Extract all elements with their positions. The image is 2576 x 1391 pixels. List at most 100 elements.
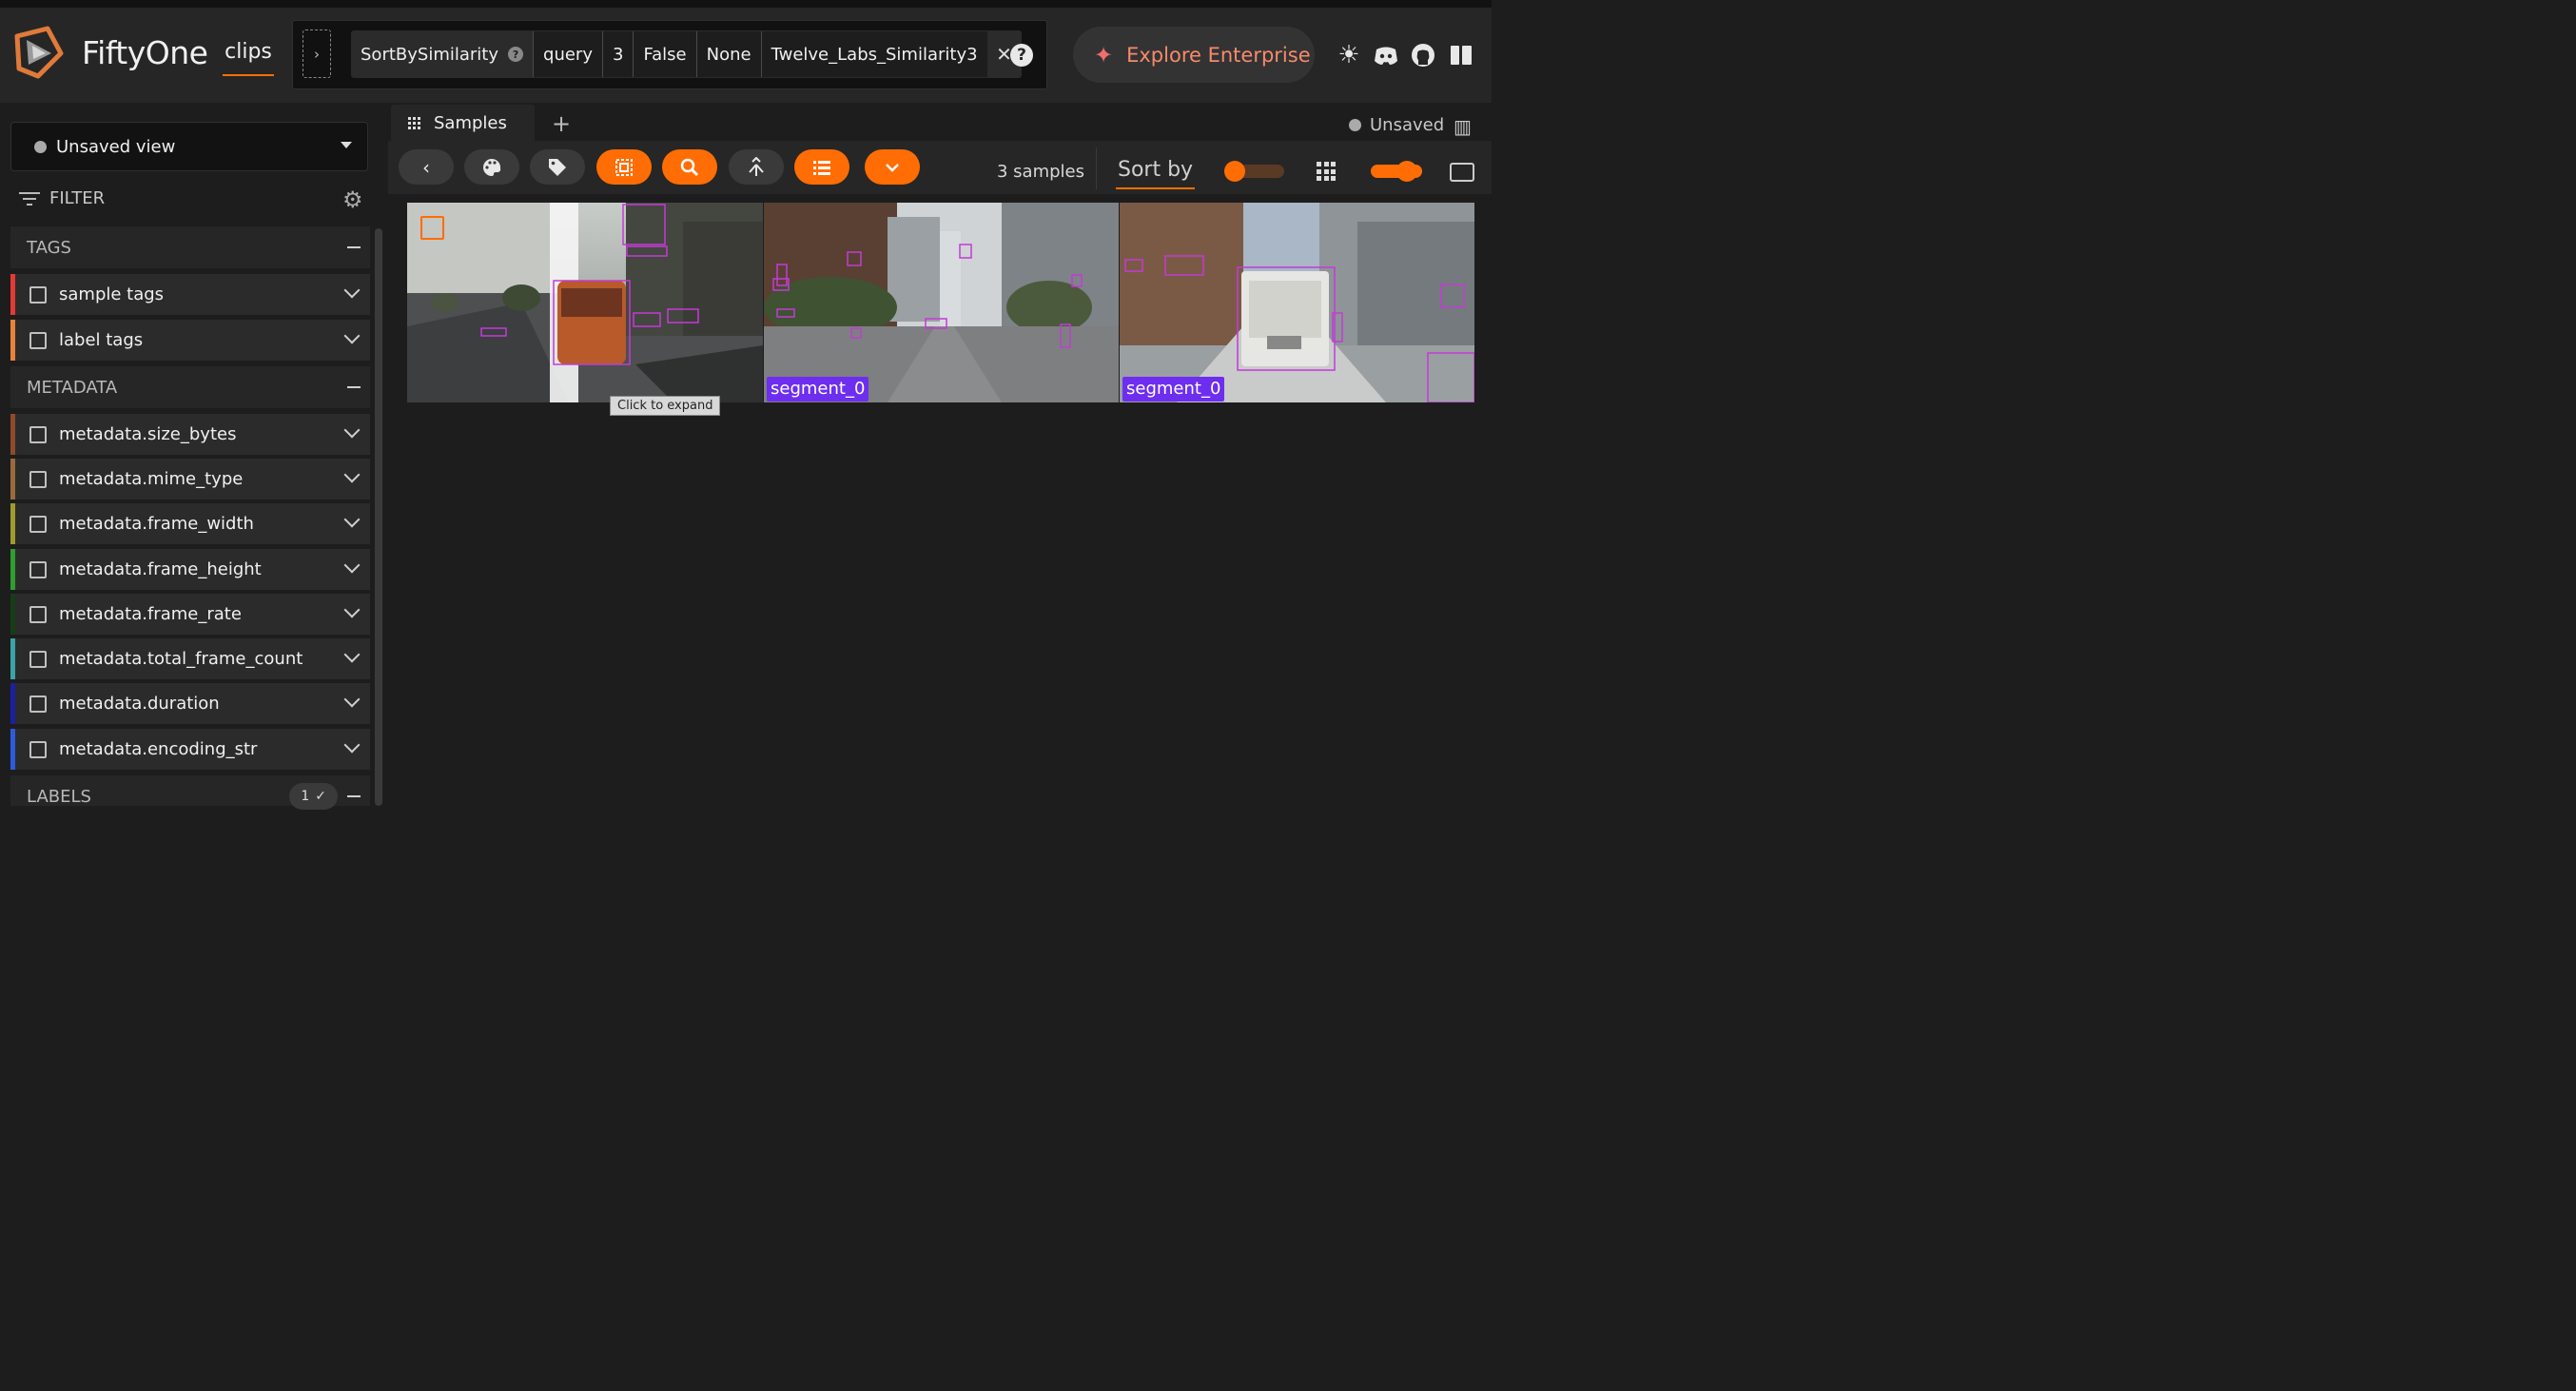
stage-name[interactable]: SortBySimilarity ?	[351, 45, 533, 65]
field-checkbox[interactable]	[29, 285, 47, 304]
chevron-down-icon[interactable]	[343, 421, 361, 439]
labels-count-badge[interactable]: 1 ✓	[289, 783, 338, 810]
stage-param[interactable]: None	[695, 31, 761, 77]
docs-icon[interactable]	[1448, 42, 1474, 69]
chevron-down-icon[interactable]	[343, 282, 361, 299]
filter-header: FILTER	[19, 188, 105, 208]
fiftyone-logo-icon[interactable]	[10, 25, 65, 80]
segment-label: segment_0	[767, 377, 869, 402]
field-label: metadata.frame_height	[59, 559, 262, 579]
more-options-button[interactable]	[865, 149, 920, 185]
workspace-status[interactable]: Unsaved	[1349, 115, 1444, 135]
sample-tile[interactable]: segment_0	[1120, 203, 1474, 402]
collapse-icon[interactable]	[347, 386, 361, 388]
view-bar-expand-button[interactable]: ›	[302, 29, 331, 78]
chevron-down-icon[interactable]	[343, 646, 361, 663]
patches-icon	[615, 158, 633, 176]
group-header-labels[interactable]: LABELS 1 ✓	[10, 775, 370, 810]
app-title[interactable]: FiftyOne	[82, 34, 208, 71]
tab-label: Samples	[434, 112, 507, 133]
stage-param[interactable]: False	[633, 31, 696, 77]
tooltip: Click to expand	[610, 396, 721, 416]
stage-param[interactable]: query	[533, 31, 602, 77]
dataset-tab[interactable]: clips	[223, 40, 274, 76]
field-metadata-frame-width[interactable]: metadata.frame_width	[10, 503, 370, 544]
status-dot-icon	[1349, 119, 1361, 131]
add-panel-icon[interactable]: +	[552, 110, 571, 137]
similarity-search-button[interactable]	[662, 149, 717, 185]
tag-icon	[549, 158, 566, 176]
sample-tile[interactable]: segment_0	[764, 203, 1119, 402]
view-select-label: Unsaved view	[56, 136, 176, 157]
sidebar-scrollbar[interactable]	[375, 228, 382, 806]
tile-select-checkbox[interactable]	[420, 216, 444, 240]
view-stage[interactable]: SortBySimilarity ? query 3 False None Tw…	[351, 30, 1022, 78]
filter-icon	[19, 191, 40, 206]
stage-param[interactable]: 3	[601, 31, 634, 77]
view-select[interactable]: Unsaved view	[10, 122, 368, 171]
field-checkbox[interactable]	[29, 470, 47, 488]
stage-help-icon[interactable]: ?	[508, 47, 524, 62]
theme-toggle-icon[interactable]: ☀	[1336, 41, 1362, 69]
chevron-down-icon[interactable]	[343, 511, 361, 528]
merge-button[interactable]	[729, 149, 784, 185]
check-icon: ✓	[315, 789, 326, 804]
merge-icon	[749, 156, 764, 176]
field-metadata-mime-type[interactable]: metadata.mime_type	[10, 459, 370, 500]
chevron-down-icon[interactable]	[343, 601, 361, 618]
field-metadata-encoding-str[interactable]: metadata.encoding_str	[10, 729, 370, 770]
field-checkbox[interactable]	[29, 695, 47, 713]
list-icon	[813, 160, 830, 175]
chevron-down-icon[interactable]	[343, 466, 361, 483]
chevron-down-icon[interactable]	[343, 327, 361, 344]
grid-zoom-slider-handle[interactable]	[1396, 161, 1417, 182]
field-label-tags[interactable]: label tags	[10, 320, 370, 361]
stage-param[interactable]: Twelve_Labs_Similarity3	[760, 31, 987, 77]
field-metadata-frame-height[interactable]: metadata.frame_height	[10, 549, 370, 590]
field-checkbox[interactable]	[29, 331, 47, 349]
chevron-down-icon[interactable]	[343, 557, 361, 574]
layout-icon[interactable]: ▥	[1454, 115, 1472, 138]
stage-name-label: SortBySimilarity	[361, 44, 499, 65]
field-metadata-size-bytes[interactable]: metadata.size_bytes	[10, 414, 370, 455]
field-metadata-frame-rate[interactable]: metadata.frame_rate	[10, 594, 370, 635]
list-button[interactable]	[794, 149, 849, 185]
select-patches-button[interactable]	[596, 149, 652, 185]
chevron-down-icon[interactable]	[343, 691, 361, 708]
field-label: metadata.frame_width	[59, 514, 254, 534]
field-checkbox[interactable]	[29, 650, 47, 668]
sample-thumbnail	[1120, 203, 1474, 402]
search-icon	[680, 158, 699, 176]
tag-button[interactable]	[530, 149, 585, 185]
threshold-slider-handle[interactable]	[1224, 161, 1245, 182]
back-button[interactable]: ‹	[399, 149, 454, 185]
sample-tile[interactable]	[407, 203, 763, 402]
sort-by-field[interactable]: Sort by	[1116, 158, 1196, 189]
field-checkbox[interactable]	[29, 515, 47, 533]
filter-label: FILTER	[49, 188, 106, 208]
discord-icon[interactable]	[1373, 42, 1399, 69]
field-checkbox[interactable]	[29, 605, 47, 623]
grid-icon	[408, 116, 420, 129]
group-header-metadata[interactable]: METADATA	[10, 366, 370, 408]
group-header-tags[interactable]: TAGS	[10, 226, 370, 268]
sidebar-toggle-icon[interactable]	[1450, 163, 1474, 182]
explore-enterprise-button[interactable]: ✦ Explore Enterprise	[1073, 27, 1315, 83]
gear-icon[interactable]: ⚙	[342, 186, 363, 213]
tab-samples[interactable]: Samples	[391, 105, 535, 141]
collapse-icon[interactable]	[347, 795, 361, 797]
field-label: metadata.duration	[59, 694, 220, 714]
field-checkbox[interactable]	[29, 560, 47, 578]
field-checkbox[interactable]	[29, 740, 47, 758]
field-metadata-total-frame-count[interactable]: metadata.total_frame_count	[10, 638, 370, 679]
help-icon[interactable]: ?	[1010, 44, 1033, 67]
unsaved-dot-icon	[34, 140, 47, 153]
collapse-icon[interactable]	[347, 246, 361, 248]
field-sample-tags[interactable]: sample tags	[10, 274, 370, 315]
field-metadata-duration[interactable]: metadata.duration	[10, 683, 370, 724]
color-palette-button[interactable]	[464, 149, 519, 185]
field-checkbox[interactable]	[29, 425, 47, 443]
group-title: LABELS	[27, 787, 91, 807]
chevron-down-icon[interactable]	[343, 736, 361, 754]
github-icon[interactable]	[1410, 42, 1436, 69]
